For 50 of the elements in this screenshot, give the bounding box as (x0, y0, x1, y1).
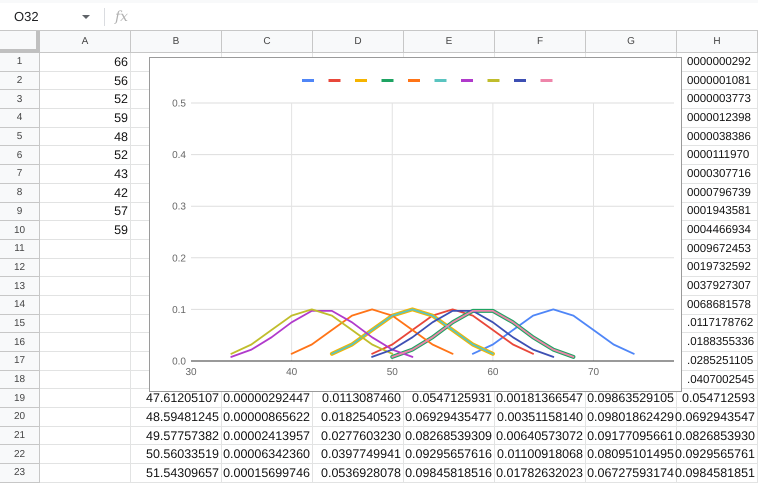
table-cell: 0.0536928078 (313, 464, 404, 483)
table-cell: 49.57757382 (131, 426, 222, 446)
axis-label: 0.3 (172, 202, 186, 213)
axis-label: 40 (286, 367, 298, 378)
table-cell: 48.59481245 (131, 408, 222, 427)
table-cell: 0.08268539309 (404, 426, 495, 446)
table-cell: 0.0929565761 (677, 445, 758, 464)
axis-label: 50 (386, 367, 398, 378)
table-cell: 0.09845818516 (404, 464, 495, 483)
table-cell: 0.00006342360 (222, 445, 313, 464)
axis-label: 0.2 (172, 253, 186, 264)
axis-label: 0.5 (172, 98, 186, 110)
table-cell: 0.09295657616 (404, 445, 495, 464)
table-cell: 51.54309657 (131, 464, 222, 483)
table-cell: 66 (40, 53, 131, 72)
table-cell: 52 (40, 146, 131, 166)
table-cell: 0.00640573072 (495, 426, 586, 446)
table-cell: 56 (40, 72, 131, 90)
axis-label: 0.1 (172, 304, 186, 316)
table-cell: 0.0984581851 (677, 464, 758, 483)
table-cell: 0.01100918068 (495, 445, 586, 464)
table-cell: 0.00015699746 (222, 464, 313, 483)
table-cell: 0.0277603230 (313, 426, 404, 446)
table-cell: 59 (40, 221, 131, 240)
table-cell: 52 (40, 90, 131, 110)
table-cell: 0.0397749941 (313, 445, 404, 464)
table-cell: 0.08095101495 (586, 445, 677, 464)
table-cell: 0.0182540523 (313, 408, 404, 427)
table-cell: 50.56033519 (131, 445, 222, 464)
table-cell: 0.00351158140 (495, 408, 586, 427)
table-cell: 0.06727593174 (586, 464, 677, 483)
table-cell: 57 (40, 202, 131, 222)
axis-label: 0.0 (172, 356, 186, 368)
axis-label: 30 (185, 367, 197, 378)
table-cell: 0.06929435477 (404, 408, 495, 427)
table-cell: 0.0826853930 (677, 426, 758, 446)
table-cell: 0.01782632023 (495, 464, 586, 483)
table-cell: 43 (40, 165, 131, 184)
table-cell: 0.09177095661 (586, 426, 677, 446)
table-cell: 0.0692943547 (677, 408, 758, 427)
axis-label: 60 (487, 367, 498, 378)
table-cell: 59 (40, 109, 131, 128)
table-cell: 48 (40, 128, 131, 146)
axis-label: 0.4 (172, 150, 186, 162)
fx-label: fx (115, 8, 128, 24)
axis-label: 70 (588, 367, 600, 378)
table-cell: 0.00000865622 (222, 408, 313, 427)
table-cell: 0.00002413957 (222, 426, 313, 446)
table-cell: 42 (40, 184, 131, 202)
table-cell: 0.09801862429 (586, 408, 677, 427)
